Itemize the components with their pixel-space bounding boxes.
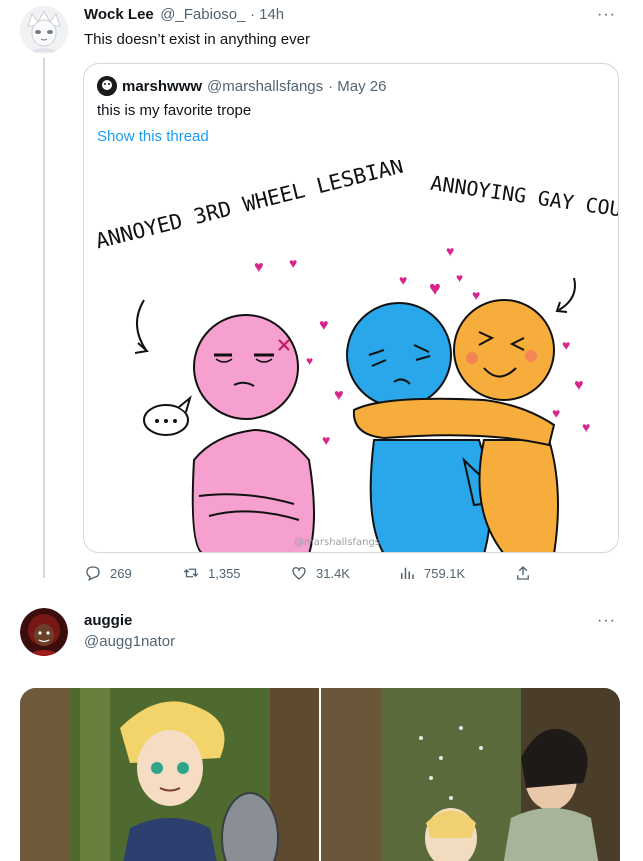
author-name[interactable]: Wock Lee — [84, 6, 154, 23]
avatar[interactable] — [20, 6, 68, 54]
more-options-button[interactable]: ··· — [597, 6, 616, 24]
svg-text:♥: ♥ — [582, 419, 590, 435]
svg-text:♥: ♥ — [472, 287, 480, 303]
author-name[interactable]: auggie — [84, 612, 175, 629]
avatar[interactable] — [20, 608, 68, 656]
analytics-icon — [401, 567, 414, 579]
retweet-count: 1,355 — [208, 565, 241, 581]
media-grid[interactable] — [20, 688, 620, 861]
quote-avatar[interactable] — [97, 76, 117, 96]
like-count: 31.4K — [316, 565, 350, 581]
quote-author-handle[interactable]: @marshallsfangs — [207, 78, 323, 95]
svg-text:♥: ♥ — [456, 271, 463, 285]
svg-text:♥: ♥ — [399, 272, 407, 288]
share-button[interactable] — [514, 564, 532, 582]
more-options-button[interactable]: ··· — [597, 612, 616, 630]
retweet-icon — [183, 568, 199, 578]
retweet-button[interactable]: 1,355 — [182, 564, 241, 582]
svg-text:♥: ♥ — [562, 337, 570, 353]
tweet-time[interactable]: · 14h — [250, 6, 284, 23]
svg-text:♥: ♥ — [306, 354, 313, 368]
tweet-text: This doesn’t exist in anything ever — [84, 31, 310, 48]
show-thread-link[interactable]: Show this thread — [97, 128, 209, 145]
svg-text:♥: ♥ — [319, 317, 329, 334]
svg-text:♥: ♥ — [289, 255, 297, 271]
view-count: 759.1K — [424, 565, 466, 581]
svg-text:♥: ♥ — [429, 278, 441, 300]
author-handle[interactable]: @augg1nator — [84, 633, 175, 650]
quote-author-name[interactable]: marshwww — [122, 78, 202, 95]
watermark: @marshallsfangs — [294, 537, 380, 548]
reply-icon — [86, 566, 100, 582]
quote-date[interactable]: · May 26 — [328, 78, 386, 95]
like-button[interactable]: 31.4K — [290, 564, 350, 582]
comic-image[interactable]: ANNOYED 3RD WHEEL LESBIAN ANNOYING GAY C… — [84, 154, 618, 552]
thread-line — [43, 58, 45, 578]
reply-button[interactable]: 269 — [84, 564, 132, 582]
svg-text:♥: ♥ — [254, 259, 264, 276]
svg-text:♥: ♥ — [322, 432, 330, 448]
svg-text:♥: ♥ — [334, 387, 344, 404]
reply-count: 269 — [110, 565, 132, 581]
media-image-1[interactable] — [20, 688, 319, 861]
share-icon — [517, 566, 529, 580]
svg-text:♥: ♥ — [552, 405, 560, 421]
svg-text:♥: ♥ — [446, 243, 454, 259]
svg-text:♥: ♥ — [574, 377, 584, 394]
views-button[interactable]: 759.1K — [398, 564, 465, 582]
author-handle[interactable]: @_Fabioso_ — [160, 6, 245, 23]
quote-text: this is my favorite trope — [97, 102, 252, 119]
quoted-tweet[interactable]: marshwww @marshallsfangs · May 26 this i… — [83, 63, 619, 553]
media-image-2[interactable] — [321, 688, 620, 861]
heart-icon — [292, 567, 306, 580]
